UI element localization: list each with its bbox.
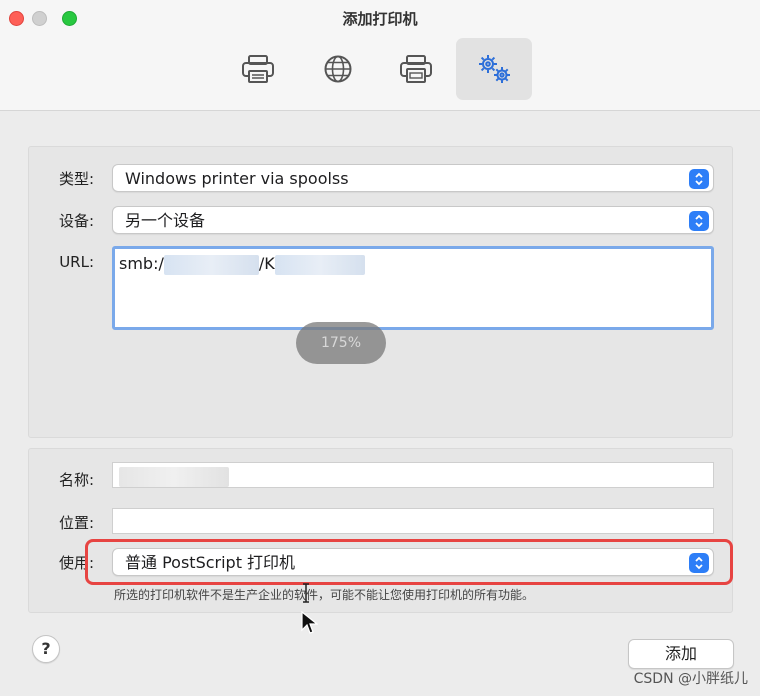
text-cursor-icon <box>303 583 309 603</box>
mouse-pointer-icon <box>301 610 318 634</box>
window-title: 添加打印机 <box>342 10 418 28</box>
zoom-indicator: 175% <box>296 322 386 364</box>
url-prefix: smb:/ <box>119 254 164 273</box>
add-button[interactable]: 添加 <box>628 639 734 669</box>
type-select[interactable]: Windows printer via spoolss <box>112 164 714 192</box>
use-label: 使用: <box>58 554 94 572</box>
highlight-annotation <box>85 539 733 585</box>
printer-alt-icon <box>400 55 432 83</box>
redacted-host <box>163 254 259 275</box>
name-label: 名称: <box>58 471 94 489</box>
toolbar-advanced[interactable] <box>456 38 532 100</box>
type-label: 类型: <box>58 170 94 188</box>
type-value: Windows printer via spoolss <box>125 169 349 188</box>
url-mid: /K <box>258 254 275 273</box>
redacted-name <box>119 466 229 487</box>
device-value: 另一个设备 <box>125 211 206 230</box>
gears-icon <box>479 55 510 83</box>
driver-warning-note: 所选的打印机软件不是生产企业的软件，可能不能让您使用打印机的所有功能。 <box>114 588 535 602</box>
location-label: 位置: <box>58 514 94 532</box>
help-button[interactable]: ? <box>32 635 60 663</box>
toolbar-windows-printer[interactable] <box>378 38 454 100</box>
name-field[interactable] <box>112 462 714 488</box>
url-field[interactable]: smb:/ /K <box>112 246 714 330</box>
title-bar: 添加打印机 <box>0 0 760 111</box>
url-label: URL: <box>59 253 94 271</box>
toolbar-default-printer[interactable] <box>220 38 296 100</box>
location-field[interactable] <box>112 508 714 534</box>
printer-icon <box>242 55 274 83</box>
globe-icon <box>324 55 352 83</box>
device-label: 设备: <box>58 212 94 230</box>
chevron-updown-icon <box>689 211 709 231</box>
redacted-share <box>274 254 365 275</box>
watermark: CSDN @小胖纸儿 <box>633 671 748 687</box>
toolbar-ip-printer[interactable] <box>300 38 376 100</box>
device-select[interactable]: 另一个设备 <box>112 206 714 234</box>
chevron-updown-icon <box>689 169 709 189</box>
